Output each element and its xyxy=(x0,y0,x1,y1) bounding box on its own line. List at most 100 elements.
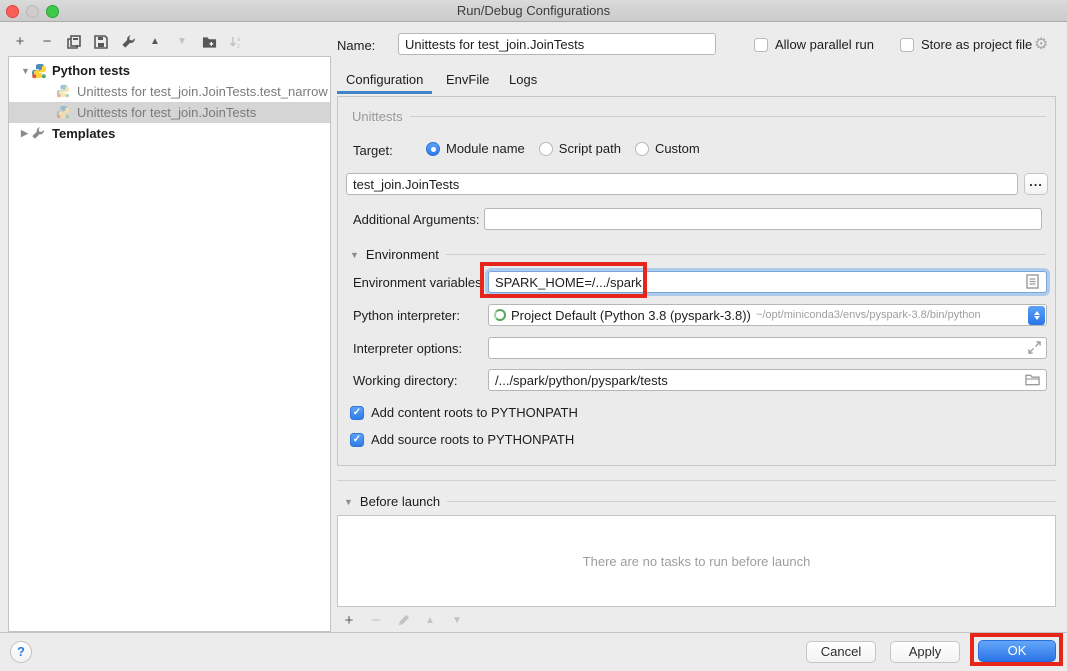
remove-icon[interactable]: − xyxy=(39,34,55,50)
section-label: Environment xyxy=(366,247,439,262)
target-option-module-name[interactable]: Module name xyxy=(426,141,525,156)
environment-variables-input[interactable] xyxy=(488,271,1047,293)
edit-templates-icon[interactable] xyxy=(120,34,136,50)
before-launch-section-header[interactable]: ▼ Before launch xyxy=(344,494,1056,509)
move-task-up-icon[interactable]: ▲ xyxy=(422,612,438,628)
sort-alphabetically-icon[interactable]: az xyxy=(228,34,244,50)
check-icon: ✓ xyxy=(353,407,361,418)
section-divider xyxy=(446,254,1046,255)
move-task-down-icon[interactable]: ▼ xyxy=(449,612,465,628)
module-name-input[interactable] xyxy=(346,173,1018,195)
env-vars-list-icon[interactable] xyxy=(1026,274,1039,292)
module-name-radio[interactable] xyxy=(426,142,440,156)
collapse-triangle-icon[interactable]: ▼ xyxy=(344,497,353,507)
working-directory-input[interactable] xyxy=(488,369,1047,391)
target-option-script-path[interactable]: Script path xyxy=(539,141,621,156)
checkbox-label: Add source roots to PYTHONPATH xyxy=(371,432,574,447)
footer-divider xyxy=(0,632,1067,633)
remove-task-icon[interactable]: − xyxy=(368,612,384,628)
active-tab-underline xyxy=(337,91,432,94)
radio-label: Script path xyxy=(559,141,621,156)
additional-arguments-input[interactable] xyxy=(484,208,1042,230)
python-tests-icon xyxy=(31,63,47,79)
before-launch-task-list: There are no tasks to run before launch xyxy=(337,515,1056,607)
unittests-group: Unittests xyxy=(352,109,1046,124)
section-divider xyxy=(447,501,1056,502)
target-option-custom[interactable]: Custom xyxy=(635,141,700,156)
tab-envfile[interactable]: EnvFile xyxy=(446,72,489,87)
expander-closed-icon[interactable]: ▶ xyxy=(21,128,31,139)
tree-item-label: Unittests for test_join.JoinTests.test_n… xyxy=(77,84,328,99)
python-test-icon xyxy=(56,105,72,121)
expand-field-icon[interactable] xyxy=(1028,341,1041,357)
copy-icon[interactable] xyxy=(66,34,82,50)
move-down-icon[interactable]: ▼ xyxy=(174,34,190,50)
interpreter-value: Project Default (Python 3.8 (pyspark-3.8… xyxy=(511,308,751,323)
script-path-radio[interactable] xyxy=(539,142,553,156)
custom-radio[interactable] xyxy=(635,142,649,156)
tab-configuration[interactable]: Configuration xyxy=(346,72,423,87)
combo-stepper-icon[interactable] xyxy=(1028,306,1045,325)
before-launch-toolbar: + − ▲ ▼ xyxy=(341,610,465,630)
interpreter-path: ~/opt/miniconda3/envs/pyspark-3.8/bin/py… xyxy=(756,309,981,321)
radio-label: Module name xyxy=(446,141,525,156)
store-settings-gear-icon[interactable]: ⚙ xyxy=(1034,34,1048,54)
store-as-project-file-checkbox[interactable] xyxy=(900,38,914,52)
browse-button[interactable]: ... xyxy=(1024,173,1048,195)
edit-task-icon[interactable] xyxy=(395,612,411,628)
python-interpreter-select[interactable]: Project Default (Python 3.8 (pyspark-3.8… xyxy=(488,304,1047,326)
window-title: Run/Debug Configurations xyxy=(0,3,1067,18)
target-label: Target: xyxy=(353,143,393,158)
tree-item-label: Templates xyxy=(52,126,115,141)
group-label: Unittests xyxy=(352,109,403,124)
group-divider xyxy=(410,116,1046,117)
radio-label: Custom xyxy=(655,141,700,156)
environment-variables-label: Environment variables: xyxy=(353,275,485,290)
tab-logs[interactable]: Logs xyxy=(509,72,537,87)
configuration-panel: Unittests Target: Module name Script pat… xyxy=(337,96,1056,466)
tree-item-templates[interactable]: ▶ Templates xyxy=(9,123,330,144)
configurations-toolbar: + − ▲ ▼ az xyxy=(12,31,244,52)
conda-environment-icon xyxy=(494,309,506,321)
tree-item-label: Unittests for test_join.JoinTests xyxy=(77,105,256,120)
move-up-icon[interactable]: ▲ xyxy=(147,34,163,50)
add-source-roots-option[interactable]: ✓ Add source roots to PYTHONPATH xyxy=(350,432,574,447)
add-content-roots-option[interactable]: ✓ Add content roots to PYTHONPATH xyxy=(350,405,578,420)
check-icon: ✓ xyxy=(353,434,361,445)
interpreter-options-input[interactable] xyxy=(488,337,1047,359)
save-icon[interactable] xyxy=(93,34,109,50)
additional-arguments-label: Additional Arguments: xyxy=(353,212,479,227)
python-interpreter-label: Python interpreter: xyxy=(353,308,460,323)
help-button[interactable]: ? xyxy=(10,641,32,663)
add-content-roots-checkbox[interactable]: ✓ xyxy=(350,406,364,420)
allow-parallel-run-checkbox[interactable] xyxy=(754,38,768,52)
section-label: Before launch xyxy=(360,494,440,509)
apply-button[interactable]: Apply xyxy=(890,641,960,663)
folder-browse-icon[interactable] xyxy=(1025,373,1040,389)
new-folder-icon[interactable] xyxy=(201,34,217,50)
add-source-roots-checkbox[interactable]: ✓ xyxy=(350,433,364,447)
svg-text:z: z xyxy=(237,44,240,49)
target-radio-group: Module name Script path Custom xyxy=(426,141,714,156)
add-icon[interactable]: + xyxy=(12,34,28,50)
empty-tasks-message: There are no tasks to run before launch xyxy=(583,554,811,569)
tree-item-unittests-test-narrow[interactable]: Unittests for test_join.JoinTests.test_n… xyxy=(9,81,330,102)
add-task-icon[interactable]: + xyxy=(341,612,357,628)
collapse-triangle-icon[interactable]: ▼ xyxy=(350,250,359,260)
tree-item-unittests-jointests[interactable]: Unittests for test_join.JoinTests xyxy=(9,102,330,123)
environment-section-header[interactable]: ▼ Environment xyxy=(350,247,1046,262)
tree-item-label: Python tests xyxy=(52,63,130,78)
checkbox-label: Add content roots to PYTHONPATH xyxy=(371,405,578,420)
tree-item-python-tests[interactable]: ▼ Python tests xyxy=(9,60,330,81)
title-bar: Run/Debug Configurations xyxy=(0,0,1067,22)
cancel-button[interactable]: Cancel xyxy=(806,641,876,663)
store-as-project-file-option[interactable]: Store as project file xyxy=(900,37,1032,52)
expander-open-icon[interactable]: ▼ xyxy=(21,66,31,76)
name-input[interactable] xyxy=(398,33,716,55)
working-directory-label: Working directory: xyxy=(353,373,458,388)
checkbox-label: Store as project file xyxy=(921,37,1032,52)
allow-parallel-run-option[interactable]: Allow parallel run xyxy=(754,37,874,52)
run-debug-configurations-dialog: Run/Debug Configurations + − ▲ ▼ az ▼ xyxy=(0,0,1067,671)
svg-text:a: a xyxy=(237,37,241,43)
ok-button[interactable]: OK xyxy=(978,640,1056,662)
